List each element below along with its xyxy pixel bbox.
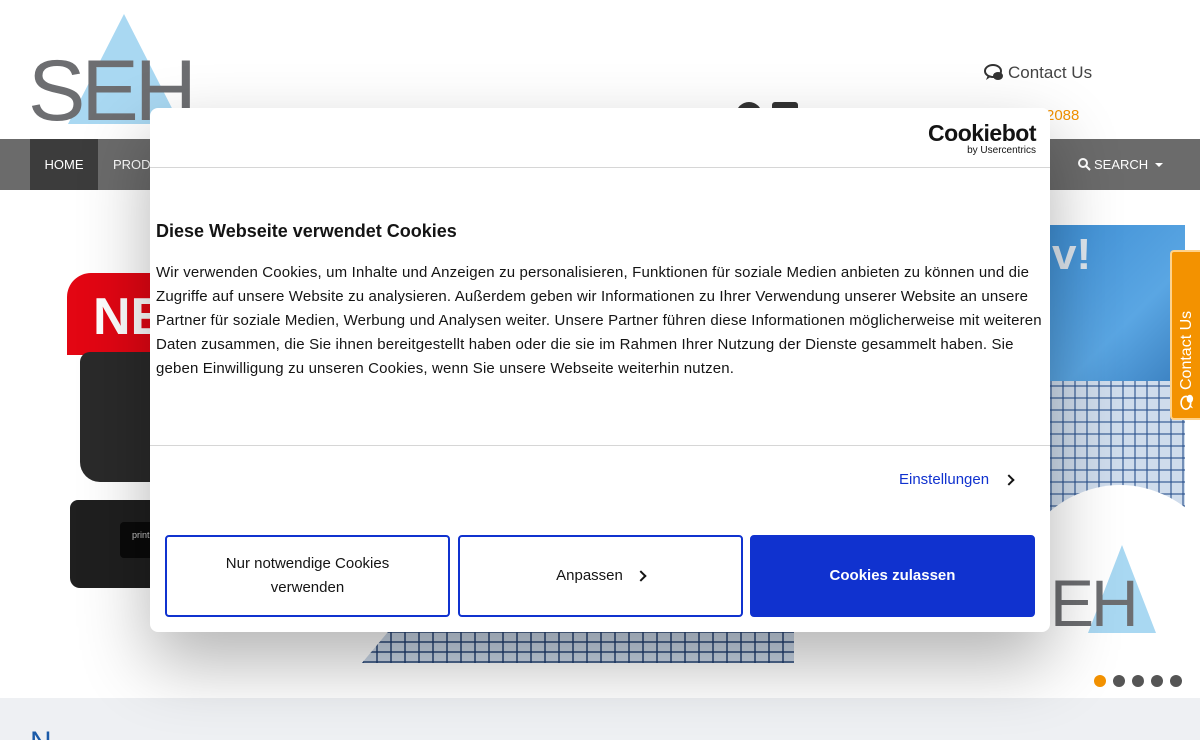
slider-dot-1[interactable] — [1094, 675, 1106, 687]
caret-down-icon — [1155, 162, 1164, 167]
slider-dot-5[interactable] — [1170, 675, 1182, 687]
slider-dot-3[interactable] — [1132, 675, 1144, 687]
banner-image-bottom — [362, 632, 794, 663]
slider-dot-2[interactable] — [1113, 675, 1125, 687]
nav-search-dropdown[interactable]: SEARCH — [1078, 139, 1164, 190]
lower-section — [0, 698, 1200, 740]
page: SEH Contact Us 2088 HOME PRODU SEARCH NE… — [0, 0, 1200, 740]
necessary-cookies-label: Nur notwendige Cookies verwenden — [225, 555, 390, 596]
cookie-dialog-body: Wir verwenden Cookies, um Inhalte und An… — [156, 264, 1042, 377]
cookiebot-logo[interactable]: Cookiebot by Usercentrics — [928, 121, 1036, 156]
nav-item-home[interactable]: HOME — [30, 139, 98, 190]
allow-cookies-label: Cookies zulassen — [829, 567, 956, 584]
customize-button[interactable]: Anpassen — [458, 535, 743, 617]
chevron-right-icon — [1003, 473, 1015, 486]
phone-number[interactable]: 2088 — [1046, 107, 1079, 124]
customize-label: Anpassen — [556, 567, 623, 584]
divider — [150, 445, 1050, 446]
search-label: SEARCH — [1094, 157, 1149, 172]
settings-label: Einstellungen — [899, 471, 990, 488]
chevron-right-icon — [635, 570, 647, 582]
slider-dots — [1094, 675, 1182, 687]
contact-label: Contact Us — [1008, 63, 1093, 82]
banner-text: v! — [1052, 230, 1092, 279]
chat-bubbles-icon — [984, 64, 1003, 80]
seh-small-logo-text: EH — [1050, 566, 1139, 640]
chat-bubbles-icon — [1179, 394, 1193, 410]
product-device-image — [80, 352, 160, 482]
search-icon — [1078, 158, 1091, 171]
settings-link[interactable]: Einstellungen — [899, 471, 1015, 488]
header-contact-link[interactable]: Contact Us — [984, 63, 1092, 83]
cookie-consent-dialog: Cookiebot by Usercentrics Diese Webseite… — [150, 108, 1050, 632]
slider-dot-4[interactable] — [1151, 675, 1163, 687]
cookie-dialog-title: Diese Webseite verwendet Cookies — [156, 221, 457, 241]
cookiebot-logo-main: Cookiebot — [928, 120, 1036, 146]
allow-cookies-button[interactable]: Cookies zulassen — [750, 535, 1035, 617]
side-tab-text: Contact Us — [1178, 310, 1195, 390]
cookie-dialog-header: Cookiebot by Usercentrics — [150, 108, 1050, 168]
section-heading: N — [30, 726, 52, 740]
side-contact-tab-label[interactable]: Contact Us — [1178, 311, 1196, 410]
necessary-cookies-button[interactable]: Nur notwendige Cookies verwenden — [165, 535, 450, 617]
cookiebot-logo-sub: by Usercentrics — [967, 145, 1036, 156]
